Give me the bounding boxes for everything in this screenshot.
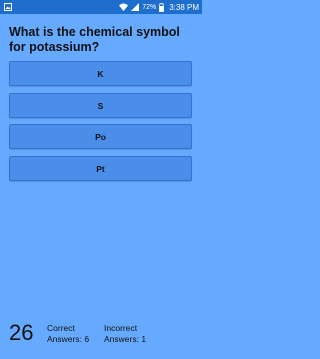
question-text: What is the chemical symbol for potassiu… — [9, 25, 180, 54]
correct-answers-stat: Correct Answers: 6 — [47, 323, 97, 345]
battery-icon — [159, 2, 165, 12]
status-bar: 72% 3:38 PM — [0, 0, 202, 14]
battery-percent: 72% — [142, 3, 157, 11]
answer-label: K — [97, 68, 104, 79]
incorrect-label: Incorrect — [104, 323, 138, 333]
correct-value: Answers: 6 — [47, 334, 90, 344]
correct-label: Correct — [47, 323, 75, 333]
signal-icon — [131, 3, 140, 11]
incorrect-answers-stat: Incorrect Answers: 1 — [104, 323, 164, 345]
answer-button-k[interactable]: K — [9, 61, 192, 86]
image-icon — [4, 3, 12, 11]
answer-button-po[interactable]: Po — [9, 124, 192, 149]
answer-button-pt[interactable]: Pt — [9, 156, 192, 181]
answer-label: Pt — [96, 163, 105, 174]
answer-label: Po — [95, 131, 106, 142]
answer-button-s[interactable]: S — [9, 93, 192, 118]
question-counter: 26 — [9, 320, 34, 345]
clock: 3:38 PM — [169, 2, 199, 12]
answer-label: S — [97, 100, 104, 111]
incorrect-value: Answers: 1 — [104, 334, 147, 344]
wifi-icon — [119, 3, 129, 11]
score-footer: 26 Correct Answers: 6 Incorrect Answers:… — [9, 318, 195, 350]
